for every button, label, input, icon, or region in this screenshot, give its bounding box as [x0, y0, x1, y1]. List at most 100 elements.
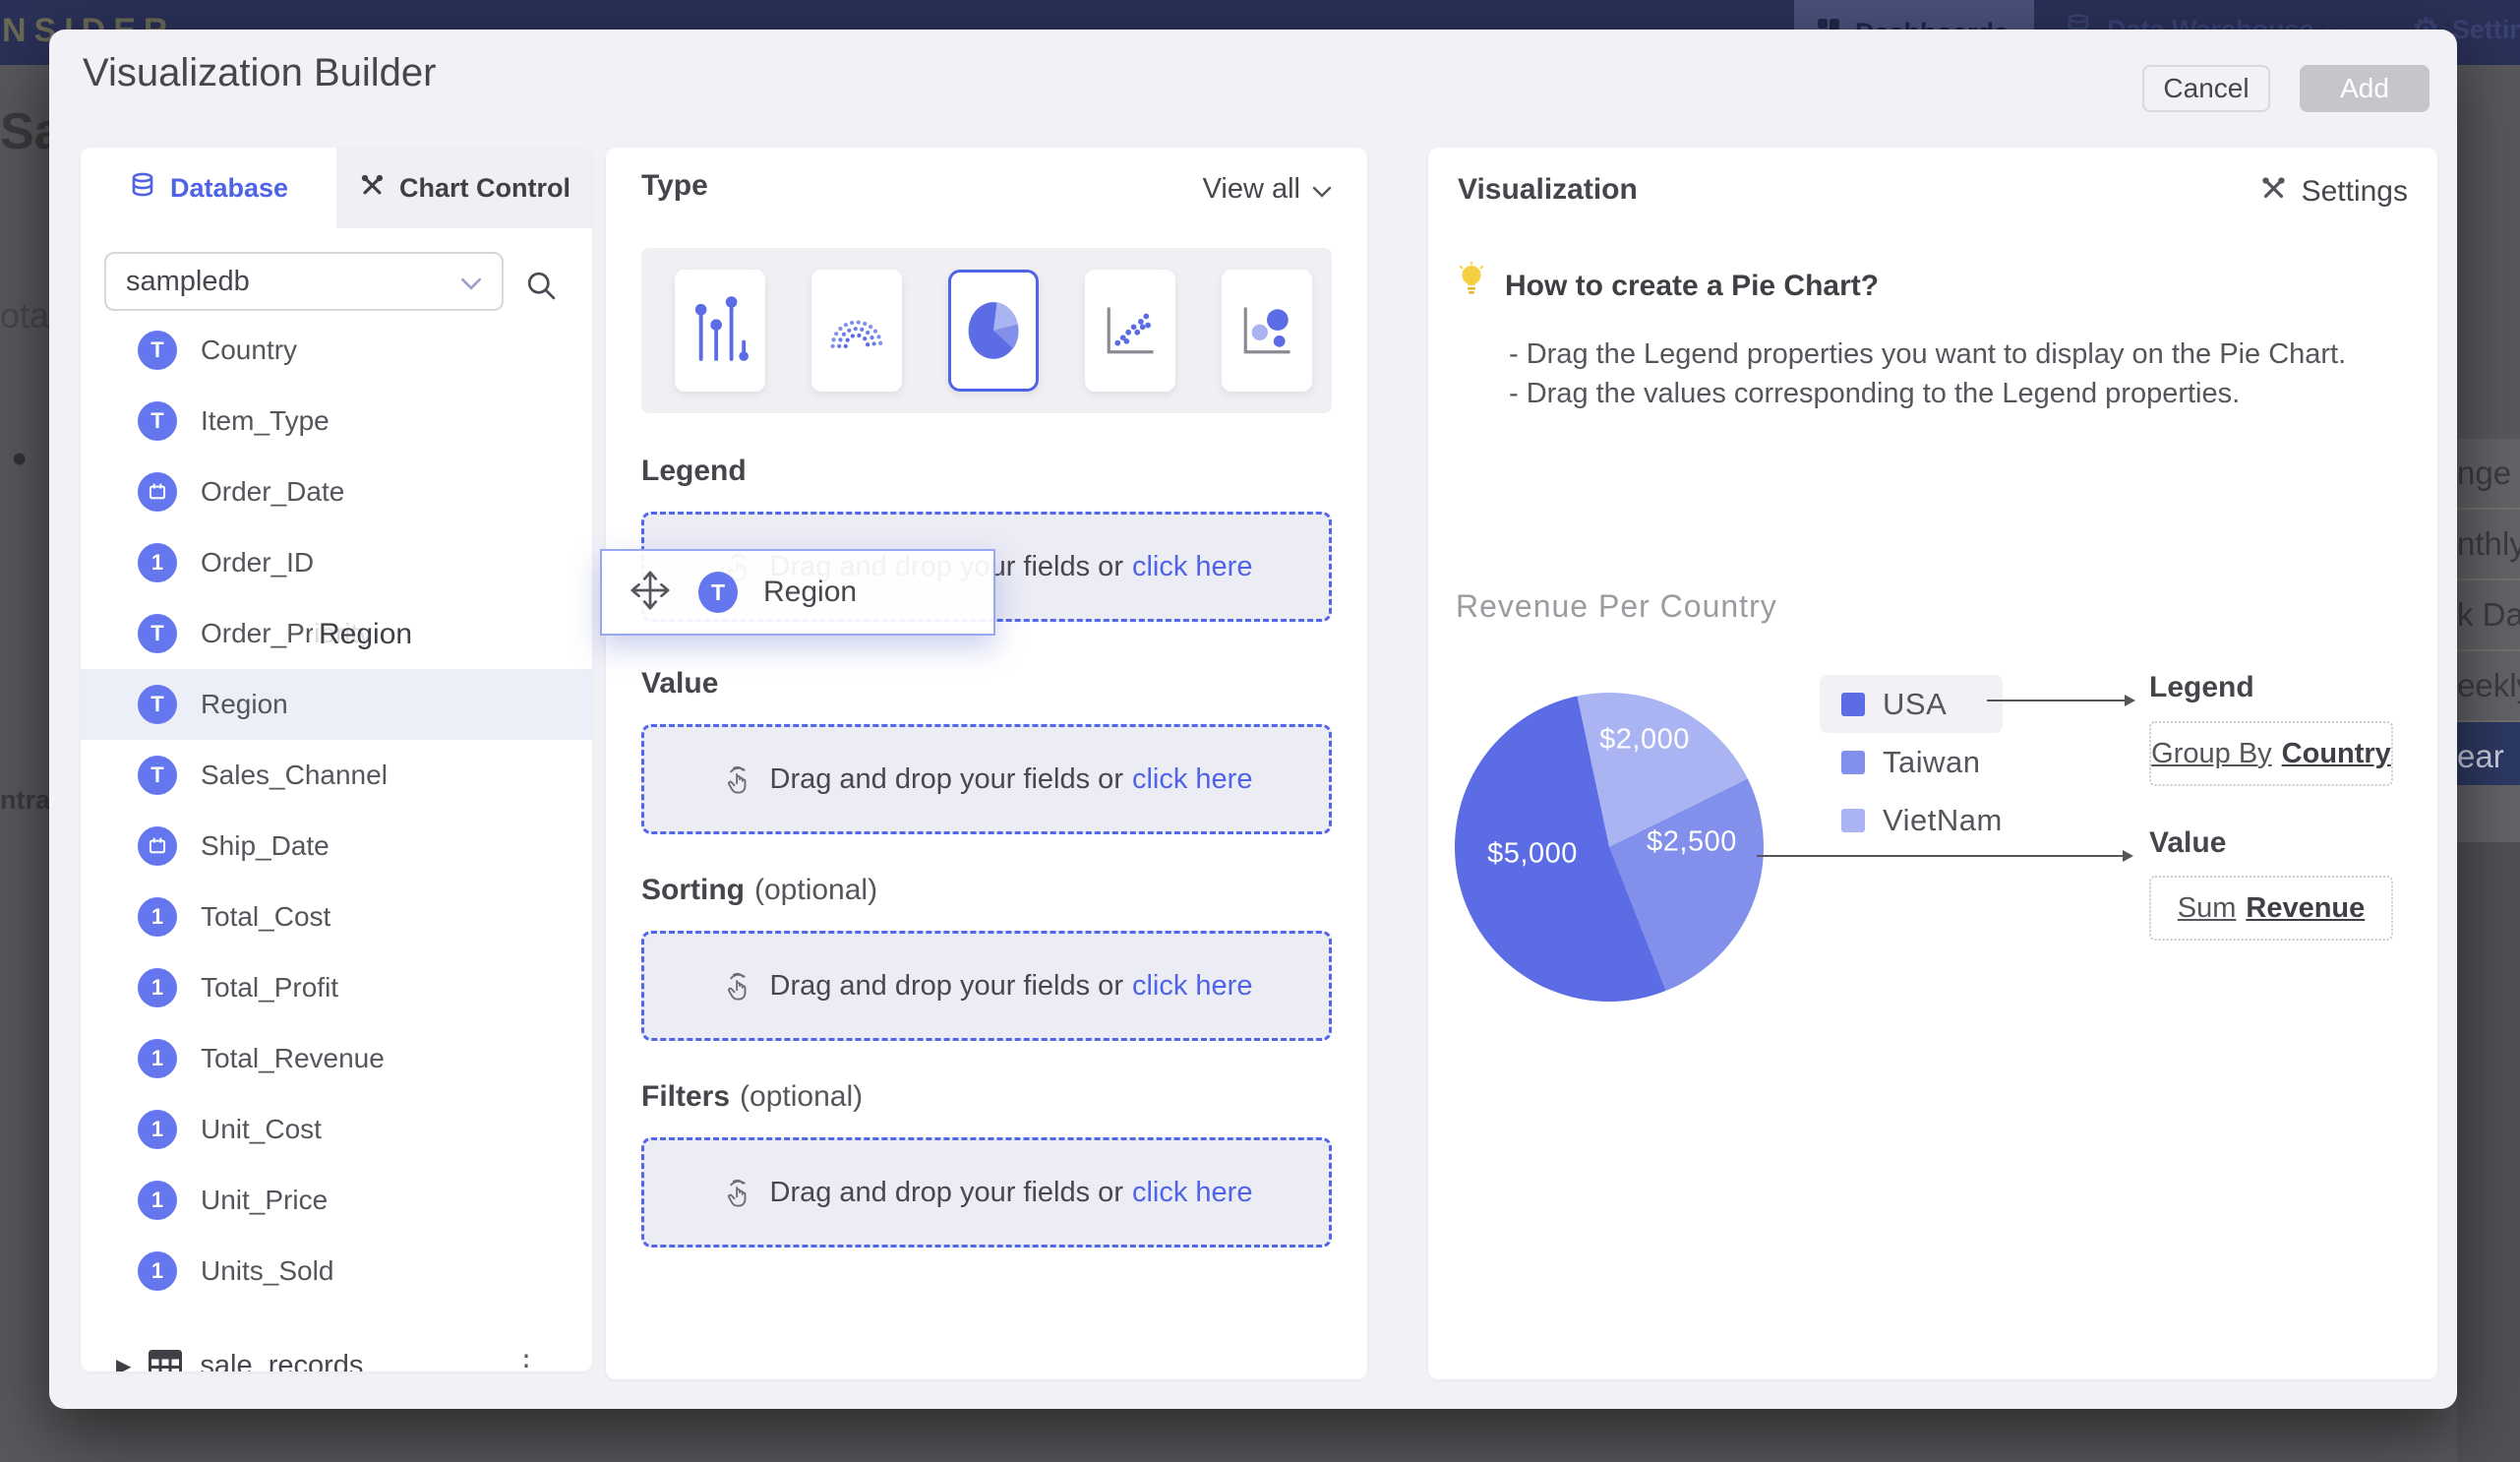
field-row[interactable]: T Country	[81, 315, 592, 386]
bg-menu-item: ear	[2457, 722, 2520, 791]
text-field-icon: T	[698, 572, 738, 613]
text-field-icon: T	[138, 756, 177, 795]
legend-swatch	[1841, 693, 1865, 716]
sum-label: Sum	[2178, 892, 2237, 925]
screen: NSIDER Dashboards Data Warehouse ⚙ Setti…	[0, 0, 2520, 1462]
chart-type-lollipop[interactable]	[675, 270, 765, 392]
field-row[interactable]: 1 Order_ID	[81, 527, 592, 598]
bg-dropdown-menu: nge nthly k Date eekly ear	[2457, 439, 2520, 791]
field-list: T Country T Item_Type Order_Date 1 Order…	[81, 315, 592, 1307]
left-panel-tabs: Database Chart Control	[81, 148, 592, 228]
tap-hand-icon	[721, 969, 754, 1003]
field-row[interactable]: 1 Total_Profit	[81, 952, 592, 1023]
ghost-field-label: Region	[763, 576, 857, 609]
legend-annotation-arrow	[1987, 687, 2136, 714]
add-button[interactable]: Add	[2300, 65, 2430, 112]
type-heading: Type	[641, 169, 708, 203]
dropzone-text: Drag and drop your fields or	[770, 763, 1123, 796]
dropzone-click-here-link[interactable]: click here	[1132, 763, 1253, 796]
field-row[interactable]: 1 Total_Revenue	[81, 1023, 592, 1094]
datasource-select[interactable]: sampledb	[104, 252, 504, 311]
dropzone-click-here-link[interactable]: click here	[1132, 551, 1253, 583]
legend-item[interactable]: Taiwan	[1841, 733, 2003, 791]
field-row[interactable]: 1 Unit_Cost	[81, 1094, 592, 1165]
annotation-value-box[interactable]: Sum Revenue	[2149, 876, 2393, 941]
pie-slice-label: $5,000	[1487, 838, 1578, 871]
field-row[interactable]: 1 Units_Sold	[81, 1236, 592, 1307]
dropzone-text: Drag and drop your fields or	[770, 1177, 1123, 1209]
sorting-dropzone[interactable]: Drag and drop your fields or click here	[641, 931, 1332, 1041]
dropzone-click-here-link[interactable]: click here	[1132, 1177, 1253, 1209]
table-row-sale-records[interactable]: ▶ sale_records ⋮	[81, 1330, 592, 1371]
legend-label: USA	[1883, 687, 1947, 722]
legend-item[interactable]: USA	[1820, 675, 2003, 733]
annotation-value-heading: Value	[2149, 826, 2226, 860]
legend-item[interactable]: VietNam	[1841, 791, 2003, 849]
group-by-label: Group By	[2151, 738, 2272, 770]
value-section-heading: Value	[641, 667, 728, 701]
chart-type-bubble[interactable]	[1222, 270, 1312, 392]
chart-legend: USA Taiwan VietNam	[1841, 675, 2003, 849]
view-all-button[interactable]: View all	[1203, 173, 1332, 206]
number-field-icon: 1	[138, 1251, 177, 1291]
value-annotation-arrow	[1757, 842, 2134, 870]
chart-type-arc[interactable]	[811, 270, 902, 392]
annotation-legend-heading: Legend	[2149, 671, 2254, 704]
bg-fill	[2457, 842, 2520, 1462]
tab-database[interactable]: Database	[81, 148, 336, 228]
tools-icon	[358, 171, 386, 206]
legend-label: VietNam	[1883, 803, 2003, 838]
table-name: sale_records	[200, 1350, 363, 1372]
field-row[interactable]: Ship_Date	[81, 811, 592, 882]
drag-origin-label: Region	[313, 614, 426, 657]
caret-right-icon[interactable]: ▶	[116, 1354, 131, 1372]
field-row[interactable]: T Sales_Channel	[81, 740, 592, 811]
legend-label: Taiwan	[1883, 745, 1981, 780]
field-row[interactable]: T Item_Type	[81, 386, 592, 457]
table-icon	[149, 1350, 182, 1372]
filters-dropzone[interactable]: Drag and drop your fields or click here	[641, 1137, 1332, 1248]
cancel-button[interactable]: Cancel	[2142, 65, 2270, 112]
number-field-icon: 1	[138, 1181, 177, 1220]
tip-line: - Drag the Legend properties you want to…	[1509, 335, 2346, 374]
lightbulb-icon	[1456, 262, 1487, 304]
modal-title: Visualization Builder	[83, 51, 436, 95]
value-dropzone[interactable]: Drag and drop your fields or click here	[641, 724, 1332, 834]
view-all-label: View all	[1203, 173, 1300, 206]
annotation-legend-box[interactable]: Group By Country	[2149, 721, 2393, 786]
settings-button[interactable]: Settings	[2258, 173, 2408, 211]
tap-hand-icon	[721, 762, 754, 796]
tip-title: How to create a Pie Chart?	[1505, 270, 1879, 303]
database-icon	[129, 171, 156, 206]
sum-value: Revenue	[2246, 892, 2365, 925]
chart-type-strip	[641, 248, 1332, 413]
number-field-icon: 1	[138, 968, 177, 1007]
tap-hand-icon	[721, 1176, 754, 1209]
bg-menu-item: k Date	[2457, 580, 2520, 651]
filters-section-heading: Filters(optional)	[641, 1080, 863, 1114]
field-row[interactable]: Order_Date	[81, 457, 592, 527]
settings-label: Settings	[2302, 175, 2408, 209]
chart-type-scatter[interactable]	[1085, 270, 1175, 392]
search-icon[interactable]	[519, 264, 563, 307]
bg-menu-item: nge	[2457, 439, 2520, 510]
tab-chart-control[interactable]: Chart Control	[336, 148, 592, 228]
dropzone-click-here-link[interactable]: click here	[1132, 970, 1253, 1003]
text-field-icon: T	[138, 685, 177, 724]
nav-item-label: Settings	[2452, 15, 2520, 45]
chart-type-pie[interactable]	[948, 270, 1039, 392]
field-row[interactable]: 1 Total_Cost	[81, 882, 592, 952]
date-field-icon	[138, 826, 177, 866]
tab-label: Chart Control	[399, 173, 570, 204]
chevron-down-icon	[1312, 173, 1332, 206]
datasource-value: sampledb	[126, 266, 250, 298]
text-field-icon: T	[138, 331, 177, 370]
visualization-builder-modal: Visualization Builder Cancel Add Databas…	[49, 30, 2457, 1409]
pie-slice-label: $2,000	[1599, 724, 1690, 757]
field-row[interactable]: T Region	[81, 669, 592, 740]
bg-bullet-fragment: •	[12, 435, 27, 484]
field-row[interactable]: 1 Unit_Price	[81, 1165, 592, 1236]
drag-ghost-region[interactable]: T Region	[600, 549, 995, 636]
kebab-menu-icon[interactable]: ⋮	[511, 1349, 543, 1372]
crossed-tools-icon	[2258, 173, 2288, 211]
